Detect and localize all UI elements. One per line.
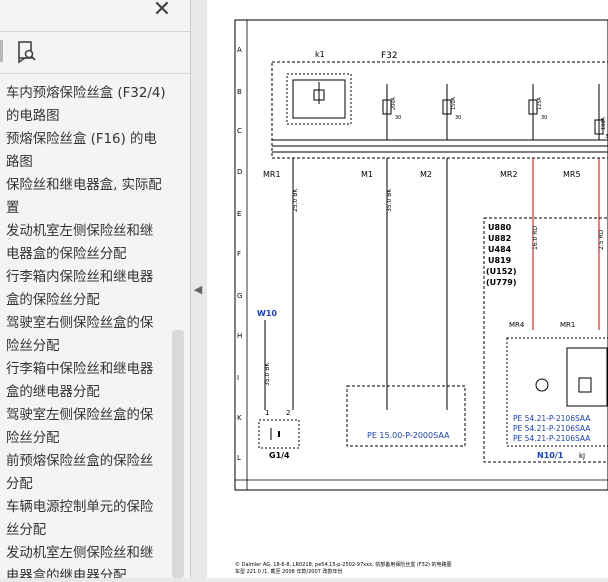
document-page: A B C D E F G H I K L k1 F32 30 30 30 3 … (207, 0, 608, 578)
connector-label: MR1 (263, 170, 281, 179)
bookmark-item[interactable]: 预熔保险丝盒 (F16) 的电路图 (0, 128, 172, 174)
close-icon: ✕ (152, 0, 172, 22)
bookmark-list: 车内预熔保险丝盒 (F32/4) 的电路图 预熔保险丝盒 (F16) 的电路图 … (0, 82, 172, 578)
footer-line: 车型 221.0 /1, 截至 2008 年款/2007 改款年份 (235, 568, 342, 575)
bookmark-item[interactable]: 车内预熔保险丝盒 (F32/4) 的电路图 (0, 82, 172, 128)
bookmarks-panel: ✕ 车内预熔保险丝盒 (F32/4) 的电路图 预熔保险丝盒 (F16) 的电路… (0, 0, 191, 578)
pe-reference[interactable]: PE 54.21-P-2106SAA (513, 414, 591, 423)
row-label: F (237, 250, 241, 258)
row-label: E (237, 210, 241, 218)
k1-label: k1 (315, 50, 325, 59)
connector-label: MR4 (509, 321, 525, 329)
bookmark-item[interactable]: 行李箱内保险丝和继电器盒的保险丝分配 (0, 266, 172, 312)
footer-line: © Daimler AG, 18-6-8, LR0218, pe54.15-p-… (235, 561, 452, 568)
bookmark-item[interactable]: 驾驶室左侧保险丝盒的保险丝分配 (0, 404, 172, 450)
row-label: I (237, 374, 239, 382)
collapse-panel-handle[interactable]: ◀ (193, 282, 203, 298)
wire-label: 25.0 BK (292, 188, 299, 212)
n10-label: N10/1 (537, 451, 564, 460)
close-panel-button[interactable]: ✕ (151, 0, 173, 22)
row-label: B (237, 88, 242, 96)
connector-label: M2 (420, 170, 432, 179)
kj-label: kJ (579, 452, 585, 460)
fuse-rating: 200A (391, 96, 397, 110)
unit-label: (U152) (486, 267, 517, 276)
unit-label: U819 (488, 256, 512, 265)
fuse-rating: 150A (451, 96, 457, 110)
bookmark-item[interactable]: 驾驶室右侧保险丝盒的保险丝分配 (0, 312, 172, 358)
toolbar-divider (0, 73, 190, 74)
bookmark-item[interactable]: 发动机室左侧保险丝和继电器盒的继电器分配 (0, 542, 172, 578)
f32-label: F32 (381, 51, 398, 61)
pe-reference[interactable]: PE 54.21-P-2106SAA (513, 424, 591, 433)
row-label: G (237, 292, 242, 300)
wire-label: 2.5 RD (598, 229, 605, 250)
w10-label: W10 (257, 309, 277, 318)
bookmark-item[interactable]: 发动机室左侧保险丝和继电器盒的保险丝分配 (0, 220, 172, 266)
toolbar-divider (0, 31, 190, 32)
bookmark-item[interactable]: 行李箱中保险丝和继电器盒的继电器分配 (0, 358, 172, 404)
unit-label: U882 (488, 234, 511, 243)
bookmark-item[interactable]: 车辆电源控制单元的保险丝分配 (0, 496, 172, 542)
bookmark-search-icon (18, 41, 36, 64)
battery-pin: 1 (265, 409, 269, 417)
chevron-left-icon: ◀ (193, 283, 203, 296)
row-label: A (237, 46, 242, 54)
battery-pin: 2 (286, 409, 290, 417)
bookmark-scrollbar[interactable] (172, 330, 184, 578)
fuse-number: 30 (541, 115, 547, 121)
wire-label: 16.0 RD (532, 226, 539, 250)
row-label: L (237, 454, 241, 462)
fuse-number: 30 (455, 115, 461, 121)
bookmark-options-button[interactable] (16, 40, 38, 64)
connector-label: MR1 (560, 321, 575, 329)
g14-label: G1/4 (269, 451, 290, 460)
pe-reference[interactable]: PE 54.21-P-2106SAA (513, 434, 591, 443)
fuse-number: 30 (395, 115, 401, 121)
fuse-rating: 125A (537, 96, 543, 110)
connector-label: MR2 (500, 170, 518, 179)
unit-label: U880 (488, 223, 512, 232)
pe-reference[interactable]: PE 15.00-P-2000SAA (367, 431, 450, 440)
unit-label: (U779) (486, 278, 517, 287)
wiring-diagram: A B C D E F G H I K L k1 F32 30 30 30 3 … (234, 19, 608, 575)
unit-label: U484 (488, 245, 512, 254)
wire-label: 35.0 BK (386, 188, 393, 212)
connector-label: MR5 (563, 170, 581, 179)
bookmark-item[interactable]: 保险丝和继电器盒, 实际配置 (0, 174, 172, 220)
connector-label: M1 (361, 170, 373, 179)
row-label: H (237, 332, 242, 340)
row-label: D (237, 168, 242, 176)
bookmark-item[interactable]: 前预熔保险丝盒的保险丝分配 (0, 450, 172, 496)
fuse-rating: 100A (601, 116, 607, 130)
toolbar-edge-marker (0, 40, 3, 62)
row-label: C (237, 127, 242, 135)
row-label: K (237, 414, 242, 422)
